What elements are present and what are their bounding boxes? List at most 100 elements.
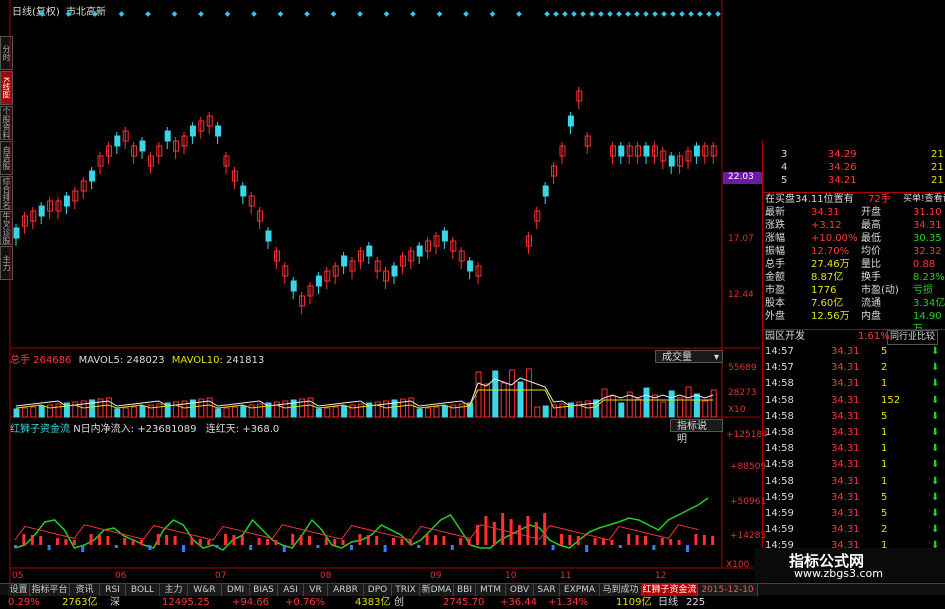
indicator-tab[interactable]: 红狮子资金流: [642, 584, 698, 596]
indicator-tab[interactable]: VR: [304, 584, 328, 596]
signal-marker: [625, 11, 631, 17]
volume-bar: [425, 407, 432, 418]
indicator-tab[interactable]: 新DMA: [420, 584, 454, 596]
inflow-bar: [173, 536, 177, 545]
inflow-bar: [123, 538, 127, 545]
indicator-tab[interactable]: BIAS: [250, 584, 278, 596]
volume-bar: [534, 406, 541, 418]
inflow-bar: [22, 534, 26, 545]
signal-marker: [634, 11, 640, 17]
indicator-tab[interactable]: MTM: [476, 584, 506, 596]
volume-bar: [660, 401, 667, 418]
tick-p: 34.31: [831, 394, 860, 406]
candle-body: [366, 245, 373, 257]
indicator-dropdown[interactable]: 成交量 ▾: [655, 350, 723, 363]
signal-marker: [39, 11, 45, 17]
compare-industry-button[interactable]: 同行业比较: [887, 330, 939, 345]
signal-marker: [553, 11, 559, 17]
quote-field-value: 31.10: [913, 207, 942, 218]
volume-bar: [509, 369, 516, 418]
indicator-tab[interactable]: ASI: [278, 584, 304, 596]
signal-marker: [383, 11, 390, 17]
signal-marker: [463, 11, 469, 17]
tab-date: 2015-12-10: [698, 584, 758, 596]
indicator-tab[interactable]: DMI: [222, 584, 250, 596]
quote-field-label: 最低: [861, 233, 881, 244]
inflow-bar: [459, 538, 463, 545]
tick-p: 34.31: [831, 491, 860, 503]
indicator-tab[interactable]: 资讯: [70, 584, 100, 596]
buy-order-alert[interactable]: 在买盘34.11位置有 72手 买单!查看详细: [763, 192, 945, 205]
volume-bar: [332, 406, 339, 418]
buy-order-detail-button[interactable]: 买单!查看详细: [903, 193, 945, 206]
volume-bar: [21, 407, 28, 418]
candle-body: [542, 185, 549, 197]
tick-row: 14:58 34.31 1 ⬇: [763, 377, 945, 390]
quote-field-value: 0.88: [913, 259, 936, 270]
inflow-bar: [509, 519, 513, 545]
quote-field-label: 外盘: [765, 311, 785, 322]
indicator-tab[interactable]: W&R: [188, 584, 222, 596]
quote-field-row: 涨跌 +3.12 最高 34.31: [763, 219, 945, 232]
tick-t: 14:59: [765, 524, 794, 536]
tick-v: 1: [881, 427, 888, 438]
inflow-bar: [593, 538, 597, 545]
inflow-bar: [282, 545, 286, 552]
down-arrow-icon: ⬇: [931, 427, 940, 438]
indicator-help-button[interactable]: 指标说明: [670, 419, 723, 445]
quote-field-label: 总手: [765, 259, 785, 270]
inflow-bar: [711, 536, 715, 545]
tick-p: 34.31: [831, 475, 860, 487]
tick-p: 34.31: [831, 508, 860, 519]
indicator-tab[interactable]: EXPMA: [560, 584, 600, 596]
tick-t: 14:57: [765, 362, 794, 374]
volume-bar: [38, 405, 45, 418]
indicator-tab[interactable]: BOLL: [126, 584, 160, 596]
indicator-tab[interactable]: RSI: [100, 584, 126, 596]
month-label: 11: [560, 571, 572, 581]
order-book-row: 3 34.29 21: [781, 149, 944, 160]
indicator-tab[interactable]: 马到成功: [600, 584, 642, 596]
kline-chart[interactable]: [0, 0, 760, 583]
indicator-tab[interactable]: BBI: [454, 584, 476, 596]
inflow-bar: [89, 534, 93, 545]
indicator-tab[interactable]: SAR: [534, 584, 560, 596]
indicator-tab[interactable]: ARBR: [328, 584, 364, 596]
volume-axis-label: X10: [728, 405, 746, 415]
candle-body: [643, 145, 650, 157]
tick-t: 14:58: [765, 475, 794, 487]
tick-p: 34.31: [831, 443, 860, 455]
indicator-tab[interactable]: TRIX: [392, 584, 420, 596]
indicator-tab[interactable]: 设置: [8, 584, 30, 596]
sector-name[interactable]: 园区开发: [765, 330, 805, 343]
signal-marker: [145, 11, 151, 17]
inflow-bar: [350, 545, 353, 550]
inflow-bar: [375, 536, 379, 545]
tick-v: 5: [881, 508, 888, 519]
indicator-tab[interactable]: 指标平台: [30, 584, 70, 596]
buy-order-line: 在买盘34.11位置有: [765, 194, 854, 205]
indicator-tab[interactable]: 主力: [160, 584, 188, 596]
signal-marker: [118, 11, 125, 17]
inflow-bar: [660, 538, 664, 545]
inflow-bar: [677, 540, 681, 545]
volume-bar: [240, 405, 247, 418]
quote-field-value: 27.46万: [811, 259, 850, 270]
quote-field-label: 最高: [861, 220, 881, 231]
inflow-bar: [392, 538, 395, 545]
candle-body: [164, 130, 171, 142]
volume-bar: [156, 403, 163, 418]
inflow-bar: [434, 535, 437, 545]
quote-panel: 3 34.29 21 4 34.26 21 5 34.21 21 在买盘34.1…: [762, 140, 945, 583]
signal-marker: [661, 11, 667, 17]
tick-row: 14:59 34.31 5 ⬇: [763, 491, 945, 504]
inflow-bar: [669, 539, 673, 545]
indicator-tab[interactable]: DPO: [364, 584, 392, 596]
volume-bar: [114, 408, 121, 418]
candle-body: [467, 260, 474, 272]
buy-order-qty: 72手: [868, 194, 891, 205]
quote-field-value: 30.35: [913, 233, 942, 244]
indicator-tab[interactable]: OBV: [506, 584, 534, 596]
quote-field-label: 振幅: [765, 246, 785, 257]
inflow-bar: [341, 540, 345, 545]
